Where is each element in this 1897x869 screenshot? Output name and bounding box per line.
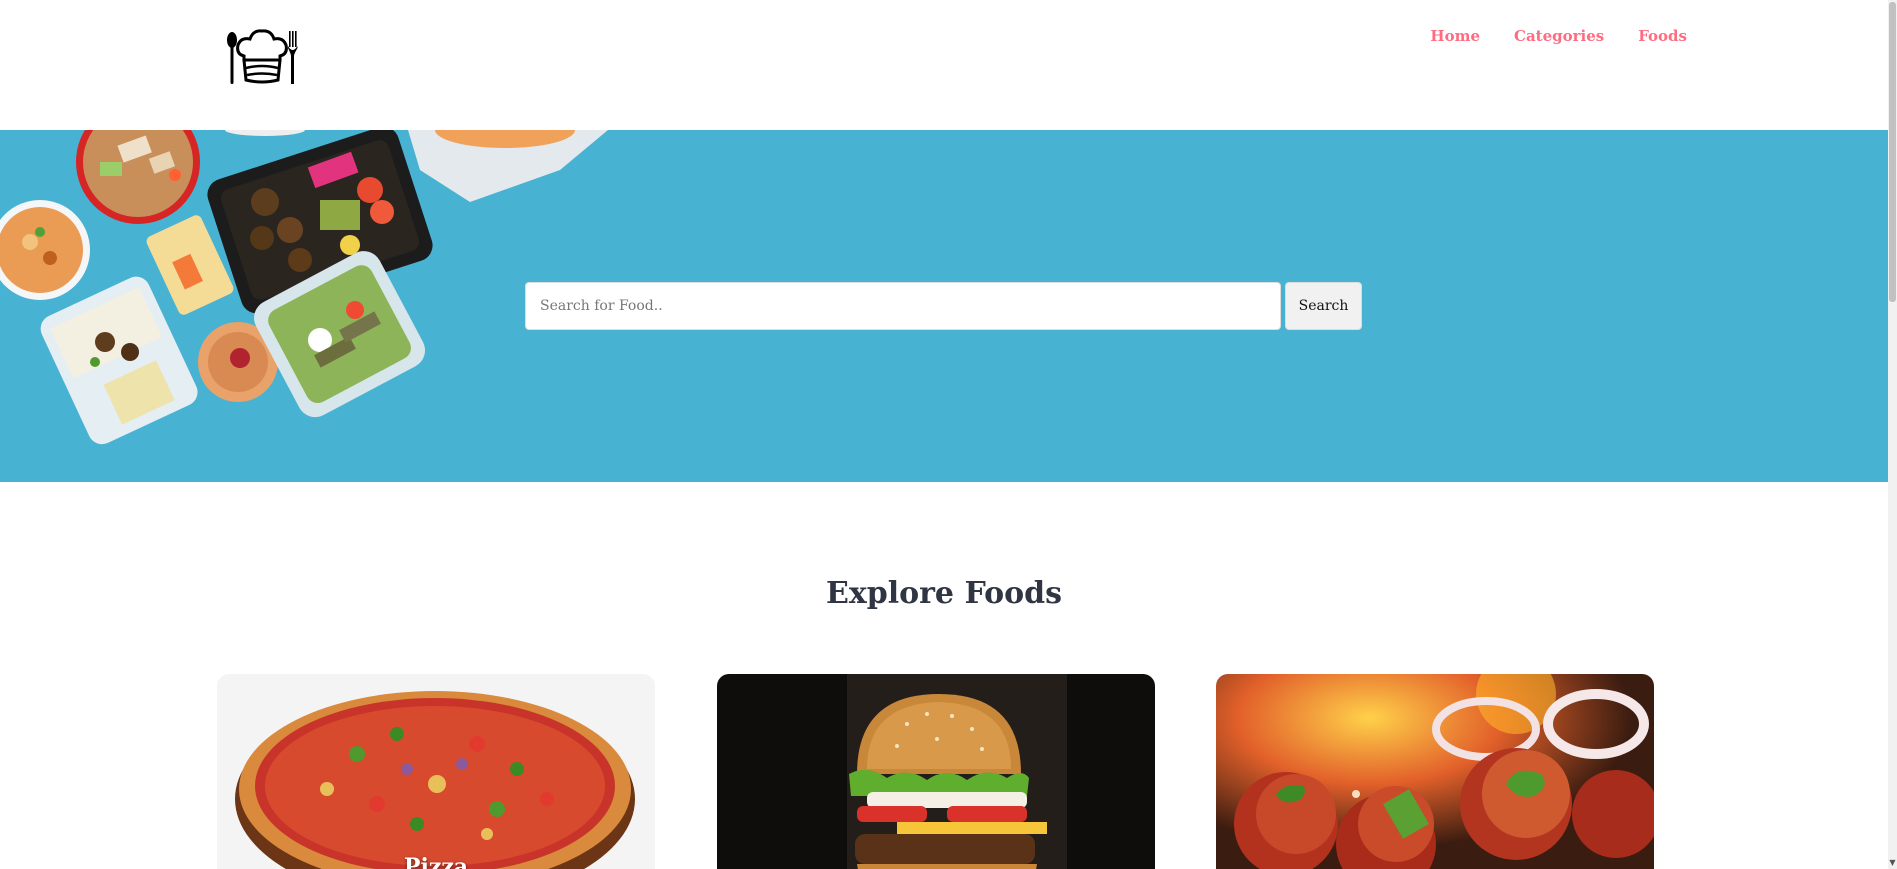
food-card-title: Pizza [403, 854, 469, 869]
scroll-down-arrow-icon[interactable]: ▼ [1888, 857, 1897, 869]
logo[interactable] [224, 28, 300, 86]
explore-foods-heading: Explore Foods [825, 576, 1062, 611]
food-card-burger[interactable] [717, 674, 1155, 869]
scrollbar-thumb[interactable] [1889, 2, 1896, 302]
food-card-tandoori[interactable] [1216, 674, 1654, 869]
tandoori-chicken-image [1216, 674, 1654, 869]
food-search-input[interactable] [525, 282, 1281, 330]
food-card-pizza[interactable]: Pizza [217, 674, 655, 869]
search-form: Search [525, 282, 1362, 330]
food-search-hero: Search [0, 130, 1888, 482]
chef-hat-spoon-fork-icon [227, 29, 298, 84]
pizza-image [217, 674, 655, 869]
page: Home Categories Foods Search for Food.. … [0, 0, 1897, 869]
search-button[interactable]: Search [1285, 282, 1362, 330]
nav-link-categories[interactable]: Categories [1514, 27, 1604, 45]
burger-image [717, 674, 1155, 869]
site-header: Home Categories Foods [0, 0, 1888, 130]
page-scrollbar[interactable]: ▼ [1888, 0, 1897, 869]
nav-link-foods[interactable]: Foods [1638, 27, 1687, 45]
nav-link-home[interactable]: Home [1430, 27, 1480, 45]
main-nav: Home Categories Foods [1430, 27, 1687, 45]
